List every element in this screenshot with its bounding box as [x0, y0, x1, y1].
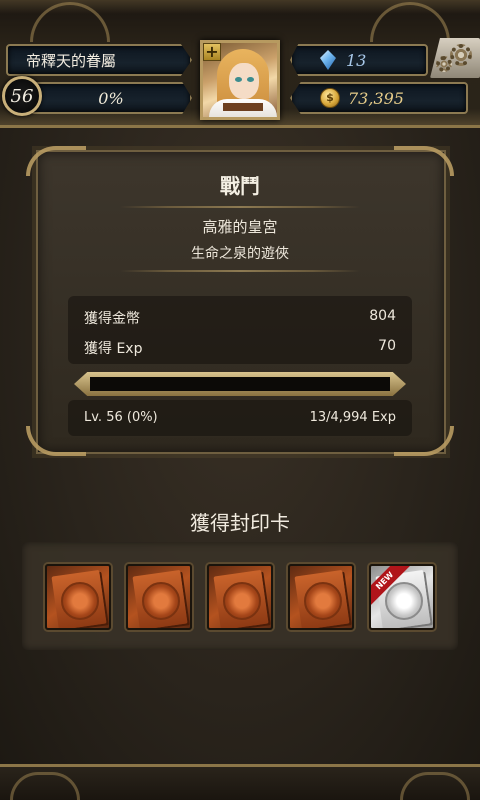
reward-label: 獲得 Exp: [84, 341, 143, 357]
gem-icon: [320, 50, 336, 70]
seal-icon: [223, 582, 261, 620]
stage-name: 高雅的皇宮: [202, 218, 278, 236]
gem-counter[interactable]: 13: [290, 44, 428, 76]
divider: [120, 206, 360, 208]
reward-exp-row: 獲得 Exp 70: [84, 338, 396, 358]
reward-value: 70: [378, 338, 396, 354]
exp-plate: 0%: [30, 82, 192, 114]
level-badge: 56: [2, 76, 42, 116]
gold-count: 73,395: [348, 88, 404, 108]
reward-label: 獲得金幣: [84, 311, 140, 327]
level-text: Lv. 56 (0%): [84, 410, 158, 425]
seal-card[interactable]: [126, 564, 192, 630]
player-name: 帝釋天的眷屬: [26, 51, 117, 70]
quest-name: 生命之泉的遊俠: [191, 246, 289, 262]
reward-gold-row: 獲得金幣 804: [84, 308, 396, 328]
plus-icon[interactable]: +: [203, 43, 221, 61]
level-row: Lv. 56 (0%) 13/4,994 Exp: [84, 410, 396, 425]
reward-value: 804: [369, 308, 396, 324]
exp-text: 13/4,994 Exp: [309, 410, 396, 425]
seal-icon: [142, 582, 180, 620]
seal-card-new[interactable]: NEW: [369, 564, 435, 630]
seal-icon: [385, 582, 423, 620]
gold-counter: $ 73,395: [290, 82, 468, 114]
exp-percent: 0%: [98, 88, 124, 108]
gear-icon: [450, 44, 472, 66]
seal-card[interactable]: [288, 564, 354, 630]
player-level: 56: [10, 85, 34, 107]
seal-icon: [61, 582, 99, 620]
gear-icon: [436, 56, 452, 72]
divider: [120, 270, 360, 272]
player-name-plate[interactable]: 帝釋天的眷屬: [6, 44, 192, 76]
cards-heading: 獲得封印卡: [190, 511, 290, 535]
battle-title: 戰鬥: [220, 174, 260, 198]
seal-icon: [304, 582, 342, 620]
gem-count: 13: [346, 50, 367, 70]
coin-icon: $: [320, 88, 340, 108]
seal-card[interactable]: [207, 564, 273, 630]
exp-progress-bar: [90, 377, 390, 391]
seal-card[interactable]: [45, 564, 111, 630]
